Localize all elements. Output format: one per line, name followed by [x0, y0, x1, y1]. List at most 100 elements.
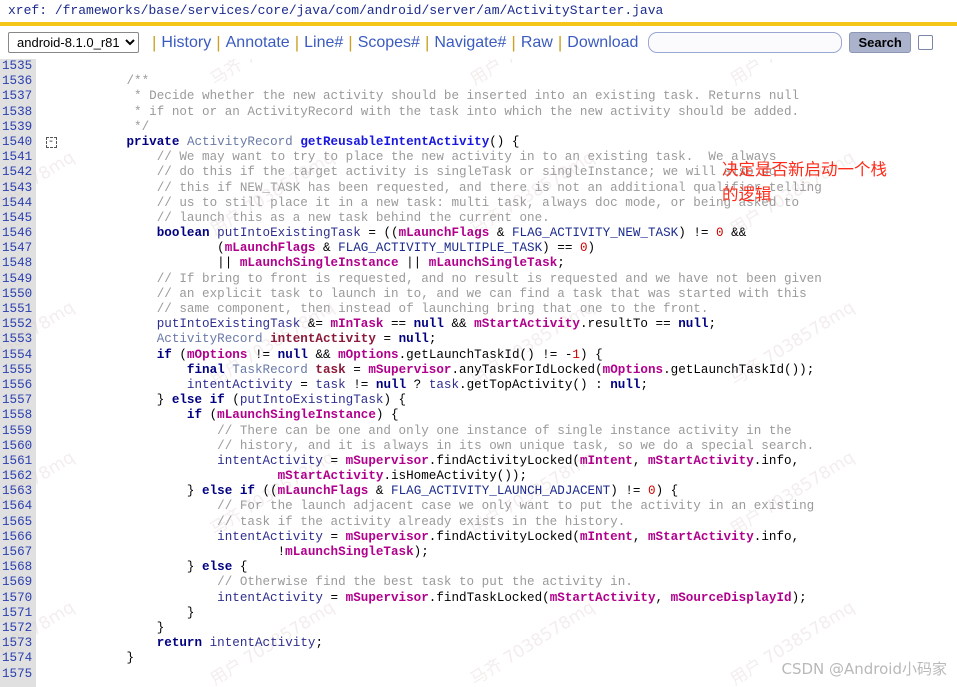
line-number[interactable]: 1553: [0, 332, 36, 347]
line-number[interactable]: 1552: [0, 317, 36, 332]
link-history[interactable]: History: [161, 34, 211, 52]
code-token: ?: [406, 377, 429, 392]
line-number[interactable]: 1543: [0, 181, 36, 196]
code-token: .findActivityLocked(: [428, 529, 580, 544]
code-token: ;: [708, 317, 716, 332]
code-token: }: [66, 393, 172, 408]
line-number[interactable]: 1539: [0, 120, 36, 135]
separator-7: |: [557, 32, 563, 52]
code-text: } else if (putIntoExistingTask) {: [66, 393, 957, 408]
line-number[interactable]: 1575: [0, 667, 36, 682]
code-token: else if: [202, 484, 255, 499]
code-line: 1564 // For the launch adjacent case we …: [0, 499, 957, 514]
line-number[interactable]: 1571: [0, 606, 36, 621]
code-line: 1540- private ActivityRecord getReusable…: [0, 135, 957, 150]
line-number[interactable]: 1566: [0, 530, 36, 545]
code-token: !=: [247, 347, 278, 362]
search-input[interactable]: [648, 32, 843, 53]
line-number[interactable]: 1573: [0, 636, 36, 651]
line-number[interactable]: 1547: [0, 241, 36, 256]
code-fold-icon[interactable]: -: [36, 135, 66, 150]
fold-minus-icon[interactable]: -: [45, 136, 57, 148]
code-token: // Otherwise find the best task to put t…: [217, 575, 633, 590]
link-download[interactable]: Download: [567, 34, 638, 52]
code-token: &&: [307, 347, 339, 362]
line-number[interactable]: 1562: [0, 469, 36, 484]
code-token: =: [292, 377, 316, 392]
line-number[interactable]: 1545: [0, 211, 36, 226]
code-token: TaskRecord: [232, 362, 308, 377]
line-number[interactable]: 1538: [0, 105, 36, 120]
line-number[interactable]: 1550: [0, 287, 36, 302]
code-token: null: [375, 377, 407, 392]
line-number[interactable]: 1560: [0, 439, 36, 454]
line-number[interactable]: 1556: [0, 378, 36, 393]
line-number[interactable]: 1551: [0, 302, 36, 317]
code-token: boolean: [156, 226, 210, 241]
line-number[interactable]: 1549: [0, 272, 36, 287]
code-viewer[interactable]: 用户 7038578mq马齐 7038578mq用户 7038578mq用户 7…: [0, 59, 957, 687]
code-text: } else {: [66, 560, 957, 575]
code-text: /**: [66, 74, 957, 89]
line-number[interactable]: 1563: [0, 484, 36, 499]
code-line: 1569 // Otherwise find the best task to …: [0, 575, 957, 590]
xref-file-path[interactable]: /frameworks/base/services/core/java/com/…: [55, 3, 664, 18]
link-raw[interactable]: Raw: [521, 34, 553, 52]
line-number[interactable]: 1561: [0, 454, 36, 469]
line-number[interactable]: 1567: [0, 545, 36, 560]
line-number[interactable]: 1548: [0, 256, 36, 271]
code-token: &: [489, 226, 512, 241]
line-number[interactable]: 1554: [0, 348, 36, 363]
code-token: .getTopActivity() :: [459, 377, 611, 392]
line-number[interactable]: 1565: [0, 515, 36, 530]
link-line-number[interactable]: Line#: [304, 34, 343, 52]
code-token: else: [202, 560, 233, 575]
search-button[interactable]: Search: [849, 32, 911, 53]
line-number[interactable]: 1564: [0, 499, 36, 514]
code-token: // For the launch adjacent case we only …: [217, 499, 815, 514]
line-number[interactable]: 1569: [0, 575, 36, 590]
separator-6: |: [511, 32, 516, 52]
code-text: intentActivity = task != null ? task.get…: [66, 378, 957, 393]
line-number[interactable]: 1535: [0, 59, 36, 74]
code-line: 1545 // launch this as a new task behind…: [0, 211, 957, 226]
code-token: &&: [443, 317, 475, 332]
line-number[interactable]: 1558: [0, 408, 36, 423]
line-number[interactable]: 1557: [0, 393, 36, 408]
line-number[interactable]: 1546: [0, 226, 36, 241]
line-number[interactable]: 1540: [0, 135, 36, 150]
line-number[interactable]: 1537: [0, 89, 36, 104]
line-number[interactable]: 1542: [0, 165, 36, 180]
code-text: if (mLaunchSingleInstance) {: [66, 408, 957, 423]
code-line: 1561 intentActivity = mSupervisor.findAc…: [0, 454, 957, 469]
line-number[interactable]: 1541: [0, 150, 36, 165]
code-token: ) {: [375, 408, 399, 423]
line-number[interactable]: 1544: [0, 196, 36, 211]
code-text: mStartActivity.isHomeActivity());: [66, 469, 957, 484]
code-token: return: [156, 636, 203, 651]
line-number[interactable]: 1559: [0, 424, 36, 439]
code-token: task: [428, 377, 460, 392]
line-number[interactable]: 1572: [0, 621, 36, 636]
link-scopes[interactable]: Scopes#: [358, 34, 420, 52]
code-token: private: [126, 134, 180, 149]
line-number[interactable]: 1570: [0, 591, 36, 606]
code-line: 1552 putIntoExistingTask &= mInTask == n…: [0, 317, 957, 332]
link-annotate[interactable]: Annotate: [226, 34, 290, 52]
line-number[interactable]: 1536: [0, 74, 36, 89]
search-options-checkbox[interactable]: [917, 35, 933, 50]
code-token: // We may want to try to place the new a…: [156, 150, 777, 165]
version-select[interactable]: android-8.1.0_r81: [8, 32, 139, 53]
line-number[interactable]: 1555: [0, 363, 36, 378]
link-navigate[interactable]: Navigate#: [434, 34, 506, 52]
line-number[interactable]: 1574: [0, 651, 36, 666]
line-number[interactable]: 1568: [0, 560, 36, 575]
